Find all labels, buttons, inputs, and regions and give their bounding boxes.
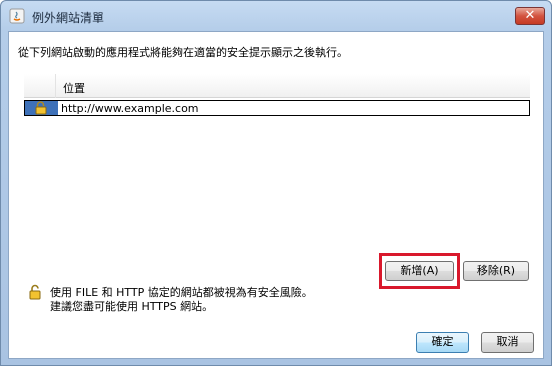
remove-button[interactable]: 移除(R) (463, 261, 529, 281)
window-title: 例外網站清單 (32, 11, 105, 25)
table-header: 位置 (24, 74, 530, 98)
java-icon (9, 8, 25, 24)
title-bar[interactable]: 例外網站清單 ✕ (1, 1, 551, 31)
open-lock-icon (29, 284, 41, 300)
header-icon-column[interactable] (24, 74, 56, 98)
dialog-body: 從下列網站啟動的應用程式將能夠在適當的安全提示顯示之後執行。 位置 http:/… (8, 31, 544, 359)
exception-site-table[interactable]: 位置 http://www.example.com (24, 74, 530, 274)
add-button[interactable]: 新增(A) (385, 261, 454, 281)
row-icon-cell[interactable] (25, 101, 58, 115)
header-location[interactable]: 位置 (63, 80, 85, 96)
dialog-window: 例外網站清單 ✕ 從下列網站啟動的應用程式將能夠在適當的安全提示顯示之後執行。 … (0, 0, 552, 366)
ok-button[interactable]: 確定 (416, 332, 469, 353)
table-row[interactable]: http://www.example.com (24, 100, 530, 116)
description-text: 從下列網站啟動的應用程式將能夠在適當的安全提示顯示之後執行。 (18, 46, 348, 59)
lock-icon (35, 101, 47, 115)
row-url[interactable]: http://www.example.com (61, 102, 199, 115)
close-button[interactable]: ✕ (515, 7, 545, 25)
cancel-button[interactable]: 取消 (481, 332, 534, 353)
warning-text-line2: 建議您盡可能使用 HTTPS 網站。 (50, 300, 214, 313)
